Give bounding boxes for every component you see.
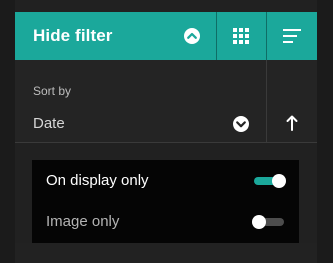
sort-label: Sort by xyxy=(33,84,72,98)
hide-filter-button[interactable]: Hide filter xyxy=(15,12,216,60)
left-edge xyxy=(0,0,15,263)
toggle-image-only[interactable]: Image only xyxy=(32,201,299,242)
sort-direction-button[interactable] xyxy=(267,60,317,142)
grid-view-button[interactable] xyxy=(217,12,266,60)
filter-toggles: On display only Image only xyxy=(32,160,299,243)
switch-knob[interactable] xyxy=(252,215,266,229)
toggle-label: On display only xyxy=(46,172,149,189)
chevron-down-circle-icon xyxy=(233,116,249,132)
list-icon xyxy=(283,29,301,43)
toggle-on-display-only[interactable]: On display only xyxy=(32,160,299,201)
grid-icon xyxy=(233,28,249,44)
arrow-up-icon xyxy=(286,115,298,131)
filter-panel: Hide filter Sort by Date On display only… xyxy=(0,0,333,263)
section-divider xyxy=(15,142,317,143)
hide-filter-label: Hide filter xyxy=(33,26,113,45)
switch-knob[interactable] xyxy=(272,174,286,188)
bottom-strip xyxy=(15,243,317,263)
right-edge xyxy=(317,0,333,263)
sort-value: Date xyxy=(33,115,65,132)
list-view-button[interactable] xyxy=(267,12,317,60)
toggle-label: Image only xyxy=(46,213,120,230)
sort-dropdown[interactable]: Sort by Date xyxy=(15,60,266,142)
chevron-up-circle-icon xyxy=(184,28,200,44)
